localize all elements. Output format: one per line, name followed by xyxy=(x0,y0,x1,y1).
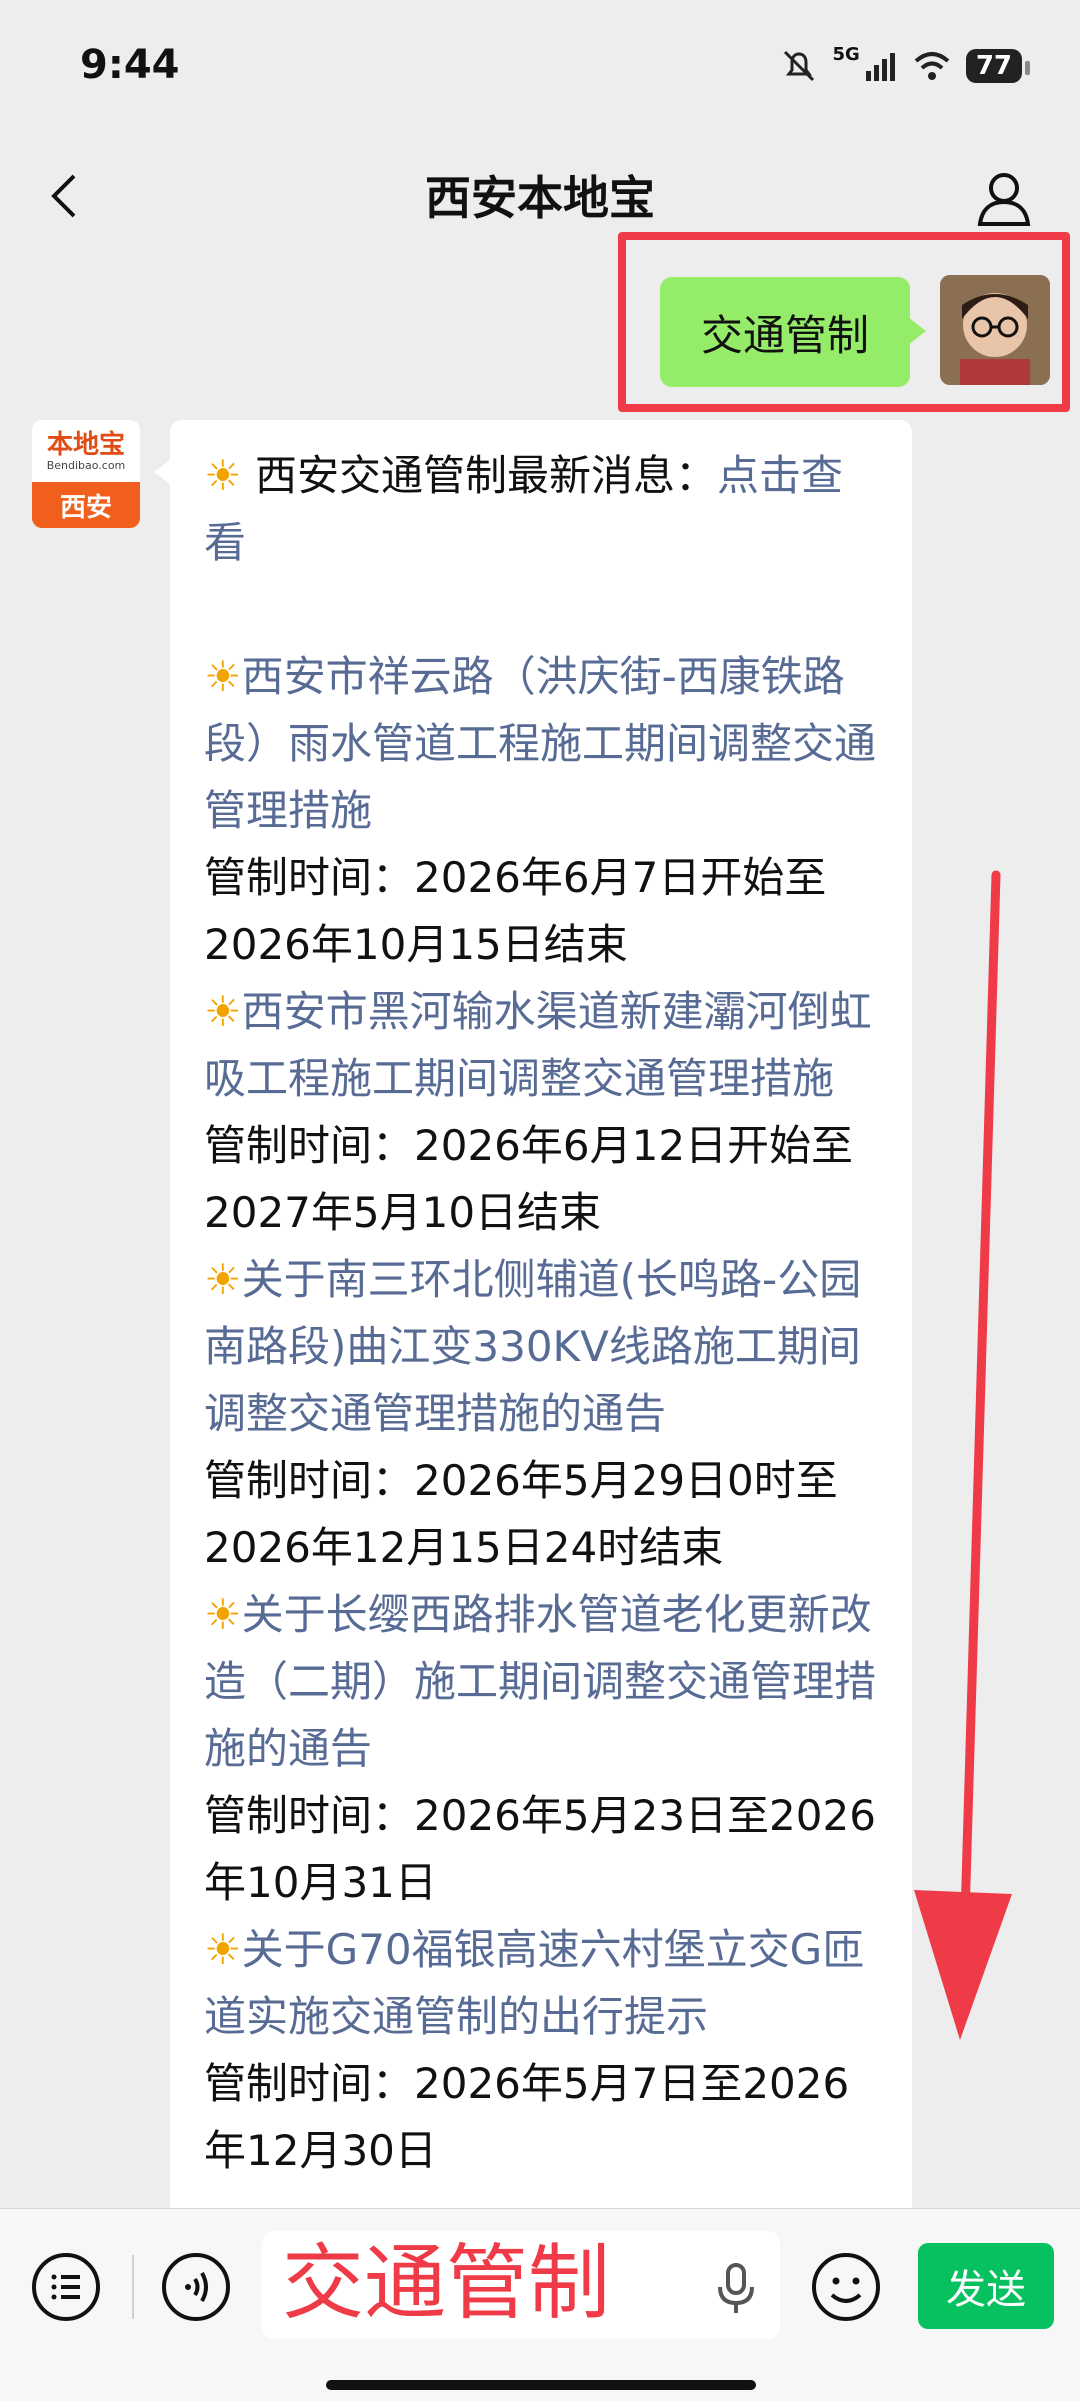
bot-url: Bendibao.com xyxy=(46,458,126,472)
notice-time: 管制时间：2026年6月7日开始至2026年10月15日结束 xyxy=(204,853,827,969)
notice-time: 管制时间：2026年5月29日0时至2026年12月15日24时结束 xyxy=(204,1456,838,1572)
status-bar: 9:44 5G 77 xyxy=(0,0,1080,130)
wifi-icon xyxy=(914,52,950,80)
sun-icon: ☀ xyxy=(204,1925,242,1974)
notice-link[interactable]: 关于长缨西路排水管道老化更新改造（二期）施工期间调整交通管理措施的通告 xyxy=(204,1590,876,1773)
sun-icon: ☀ xyxy=(204,652,242,701)
notice-time: 管制时间：2026年5月23日至2026年10月31日 xyxy=(204,1791,876,1907)
bot-city: 西安 xyxy=(32,482,140,528)
message-input-text: 交通管制 xyxy=(282,2236,611,2331)
signal-icon xyxy=(865,53,895,81)
voice-input-icon[interactable] xyxy=(160,2251,232,2323)
scroll-down-arrow-annotation xyxy=(914,870,1012,2040)
battery-indicator: 77 xyxy=(965,49,1031,83)
menu-list-icon[interactable] xyxy=(30,2251,102,2323)
profile-icon[interactable] xyxy=(972,166,1036,230)
user-avatar[interactable] xyxy=(940,275,1050,385)
notice-item: ☀关于南三环北侧辅道(长鸣路-公园南路段)曲江变330KV线路施工期间调整交通管… xyxy=(204,1246,880,1447)
chat-title: 西安本地宝 xyxy=(425,171,655,225)
notice-time: 管制时间：2026年6月12日开始至2027年5月10日结束 xyxy=(204,1121,854,1237)
sun-icon: ☀ xyxy=(204,451,242,500)
reply-intro-text: 西安交通管制最新消息： xyxy=(241,451,718,500)
microphone-icon[interactable] xyxy=(712,2261,760,2315)
send-button[interactable]: 发送 xyxy=(918,2243,1054,2329)
input-bar: 交通管制 发送 xyxy=(0,2208,1080,2401)
sun-icon: ☀ xyxy=(204,1255,242,1304)
status-icons: 5G 77 xyxy=(779,44,1031,88)
notice-item: ☀关于G70福银高速六村堡立交G匝道实施交通管制的出行提示 xyxy=(204,1916,880,2050)
mute-bell-icon xyxy=(783,50,814,82)
reply-message-body: ☀ 西安交通管制最新消息：点击查看 ☀西安市祥云路（洪庆街-西康铁路段）雨水管道… xyxy=(204,442,880,2184)
emoji-icon[interactable] xyxy=(810,2251,882,2323)
divider xyxy=(132,2255,134,2319)
bot-brand: 本地宝 xyxy=(46,429,125,460)
notice-link[interactable]: 西安市祥云路（洪庆街-西康铁路段）雨水管道工程施工期间调整交通管理措施 xyxy=(204,652,876,835)
user-avatar-image xyxy=(940,275,1050,385)
sent-message-text: 交通管制 xyxy=(700,310,869,360)
notice-link[interactable]: 关于南三环北侧辅道(长鸣路-公园南路段)曲江变330KV线路施工期间调整交通管理… xyxy=(204,1255,861,1438)
sent-message-bubble[interactable]: 交通管制 xyxy=(660,277,926,387)
notice-item: ☀西安市祥云路（洪庆街-西康铁路段）雨水管道工程施工期间调整交通管理措施 xyxy=(204,643,880,844)
notice-link[interactable]: 西安市黑河输水渠道新建灞河倒虹吸工程施工期间调整交通管理措施 xyxy=(204,987,872,1103)
notice-link[interactable]: 关于G70福银高速六村堡立交G匝道实施交通管制的出行提示 xyxy=(204,1925,864,2041)
sun-icon: ☀ xyxy=(204,987,242,1036)
message-input[interactable]: 交通管制 xyxy=(262,2231,780,2339)
home-indicator[interactable] xyxy=(326,2380,756,2390)
status-time: 9:44 xyxy=(80,42,180,88)
bot-avatar[interactable]: 本地宝 Bendibao.com 西安 xyxy=(32,420,140,528)
notice-item: ☀西安市黑河输水渠道新建灞河倒虹吸工程施工期间调整交通管理措施 xyxy=(204,978,880,1112)
notice-item: ☀关于长缨西路排水管道老化更新改造（二期）施工期间调整交通管理措施的通告 xyxy=(204,1581,880,1782)
reply-intro: ☀ 西安交通管制最新消息：点击查看 xyxy=(204,442,880,576)
reply-message-bubble[interactable]: ☀ 西安交通管制最新消息：点击查看 ☀西安市祥云路（洪庆街-西康铁路段）雨水管道… xyxy=(154,420,912,2220)
network-label: 5G xyxy=(832,44,860,65)
sun-icon: ☀ xyxy=(204,1590,242,1639)
notice-time: 管制时间：2026年5月7日至2026年12月30日 xyxy=(204,2059,850,2175)
